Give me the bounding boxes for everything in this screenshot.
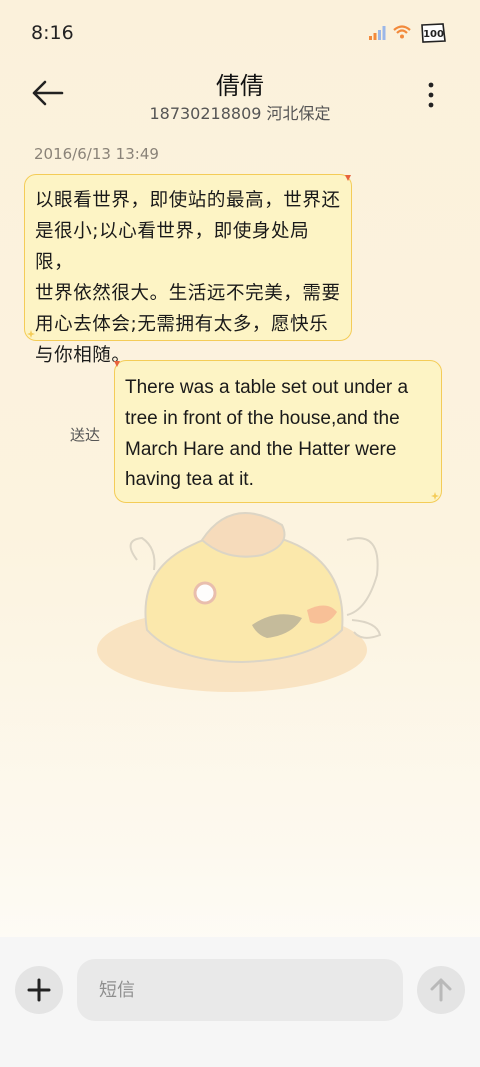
battery-icon: 100 [419, 22, 447, 44]
incoming-message-bubble[interactable]: 以眼看世界，即使站的最高，世界还 是很小;以心看世界，即使身处局限， 世界依然很… [24, 174, 352, 366]
message-line: 是很小;以心看世界，即使身处局限， [35, 221, 310, 273]
outgoing-message-bubble[interactable]: There was a table set out under a tree i… [114, 360, 442, 503]
message-line: 世界依然很大。生活远不完美，需要 [35, 283, 341, 304]
signal-icon [368, 25, 388, 41]
more-vertical-icon[interactable] [418, 78, 444, 114]
message-line: March Hare and the Hatter were [125, 438, 397, 460]
composer-bar [0, 937, 480, 1067]
sms-input[interactable] [77, 959, 403, 1021]
message-timestamp: 2016/6/13 13:49 [34, 145, 159, 163]
message-line: 用心去体会;无需拥有太多，愿快乐 [35, 314, 329, 335]
conversation-header: 倩倩 18730218809 河北保定 [0, 66, 480, 136]
contact-name: 倩倩 [216, 72, 264, 100]
send-arrow-icon[interactable] [417, 966, 465, 1014]
message-line: 以眼看世界，即使站的最高，世界还 [35, 190, 341, 211]
bubble-corner-deco-icon [114, 361, 120, 367]
contact-detail: 18730218809 河北保定 [149, 104, 331, 123]
delivery-status: 送达 [70, 426, 101, 444]
bubble-corner-deco-icon [431, 492, 439, 500]
status-bar: 8:16 100 [0, 0, 480, 66]
message-line: tree in front of the house,and the [125, 407, 400, 429]
plus-icon[interactable] [15, 966, 63, 1014]
wifi-icon [393, 24, 411, 40]
bubble-corner-deco-icon [27, 330, 35, 338]
sleeping-chick-watermark-icon [97, 512, 382, 692]
incoming-message-text: 以眼看世界，即使站的最高，世界还 是很小;以心看世界，即使身处局限， 世界依然很… [35, 185, 341, 371]
status-time: 8:16 [31, 22, 74, 44]
outgoing-message-text: There was a table set out under a tree i… [125, 373, 431, 496]
message-line: There was a table set out under a [125, 377, 409, 398]
message-line: having tea at it. [125, 469, 254, 491]
battery-level: 100 [423, 29, 444, 40]
bubble-corner-deco-icon [345, 175, 351, 181]
